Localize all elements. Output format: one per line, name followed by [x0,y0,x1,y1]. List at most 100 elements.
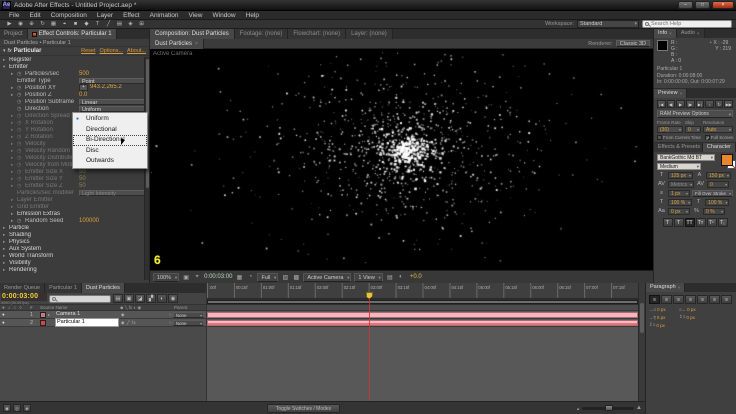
timeline-track-area[interactable]: :00f00:15f01:00f01:15f02:00f02:15f03:00f… [207,283,638,401]
brush-tool-icon[interactable]: ╱ [103,20,114,28]
expand-keys-button[interactable]: ◎ [13,404,21,412]
effect-property-row[interactable]: ▾ Emitter [0,63,149,70]
effect-property-row[interactable]: ▸ ◷ Position XY 943.2,265.2 [0,84,149,91]
play-button[interactable]: ▶ [676,100,685,108]
justify-last-left-button[interactable]: ≡ [685,295,696,304]
transparency-grid-icon[interactable]: ▩ [292,274,300,281]
layer-name[interactable]: Particular 1 [55,318,119,327]
all-caps-button[interactable]: TT [685,218,695,227]
pickwhip-icon[interactable]: ○ [169,312,172,317]
grid-icon[interactable]: ⌖ [193,274,201,281]
stopwatch-icon[interactable]: ◷ [17,92,25,98]
exposure-value[interactable]: +0.0 [410,274,422,280]
stroke-width-field[interactable]: 1 px [668,190,690,197]
effect-property-row[interactable]: ▸ Emission Extras [0,210,149,217]
composition-viewer[interactable]: Active Camera 6 [150,49,653,270]
timeline-layer-row[interactable]: ● 2 Particular 1 ◆ ╱ fx ○ None [0,319,206,327]
stopwatch-icon[interactable]: ◷ [17,120,25,126]
effect-property-row[interactable]: ◷ Position Subframe Linear [0,98,149,105]
vertical-scale-field[interactable]: 100 % [668,199,692,206]
property-value[interactable]: 50 [79,183,149,189]
property-value[interactable]: 50 [79,169,149,175]
parent-select[interactable]: None [173,312,204,318]
menu-item[interactable]: Composition [46,12,92,19]
justify-last-right-button[interactable]: ≡ [709,295,720,304]
skip-select[interactable]: 0 [685,126,701,133]
first-frame-button[interactable]: |◀ [657,100,666,108]
audio-toggle-button[interactable]: ♪ [705,100,714,108]
stopwatch-icon[interactable]: ◷ [17,176,25,182]
minimize-button[interactable]: – [678,1,693,9]
panel-tab[interactable]: Info× [654,29,677,38]
stopwatch-icon[interactable]: ◷ [17,162,25,168]
composition-tab[interactable]: Layer: (none) [346,29,393,39]
property-point-value[interactable]: 943.2,265.2 [79,84,149,91]
resolution-select[interactable]: Full [257,273,278,282]
stopwatch-icon[interactable]: ◷ [17,141,25,147]
timeline-search-box[interactable] [49,295,111,303]
timeline-tab[interactable]: Render Queue [0,283,45,293]
type-tool-icon[interactable]: T [92,20,103,28]
dropdown-menu-item[interactable]: ● Directional [73,125,147,136]
last-frame-button[interactable]: ▶| [696,100,705,108]
parent-select[interactable]: None [173,320,204,326]
pan-behind-tool-icon[interactable]: ⌖ [59,20,70,28]
viewer-tab[interactable]: Dust Particles × [150,39,204,49]
stopwatch-icon[interactable]: ◷ [17,127,25,133]
stopwatch-icon[interactable]: ◷ [17,148,25,154]
motion-blur-button[interactable]: ◐ [157,294,167,303]
faux-bold-button[interactable]: T [663,218,673,227]
baseline-shift-field[interactable]: 0 px [668,208,690,215]
hand-tool-icon[interactable]: ◉ [15,20,26,28]
exposure-icon[interactable]: ◐ [397,274,405,280]
horizontal-scale-field[interactable]: 100 % [705,199,729,206]
property-value[interactable]: 0.0 [79,92,149,98]
close-button[interactable]: × [712,1,734,9]
stopwatch-icon[interactable]: ◷ [17,85,25,91]
loop-button[interactable]: ↻ [715,100,724,108]
timeline-tab[interactable]: Dust Particles [82,283,125,293]
mask-shape-tool-icon[interactable]: ■ [70,20,81,28]
indent-left-field[interactable]: →≡ 0 px [649,307,675,312]
tsume-field[interactable]: 0 % [703,208,725,215]
playhead-line[interactable] [369,297,370,401]
menu-item[interactable]: Window [208,12,241,19]
composition-tab[interactable]: Flowchart: (none) [288,29,346,39]
menu-item[interactable]: Layer [92,12,118,19]
effect-property-row[interactable]: ▸ Register [0,56,149,63]
dropdown-menu-item[interactable]: ● Bi-Directional [73,135,147,146]
leading-field[interactable]: 150 px [706,172,731,179]
composition-tab[interactable]: Footage: (none) [235,29,289,39]
layer-switches[interactable]: ◆ [121,312,167,318]
options-link[interactable]: Options... [99,48,123,54]
stopwatch-icon[interactable]: ◷ [17,134,25,140]
layer-color-chip[interactable] [40,320,46,326]
property-dropdown[interactable]: Point [79,78,149,84]
effect-property-row[interactable]: ▸ ◷ Random Seed 100000 [0,217,149,224]
preview-resolution-select[interactable]: Auto [703,126,733,133]
close-icon[interactable]: × [678,283,681,292]
effect-property-row[interactable]: ▸ ◷ Emitter Size X 50 [0,168,149,175]
from-current-time-checkbox[interactable]: From Current Time [657,135,701,140]
tab-effects-presets[interactable]: Effects & Presets [654,143,703,152]
pen-tool-icon[interactable]: ◆ [81,20,92,28]
fill-color-swatch[interactable] [721,154,733,166]
effect-property-row[interactable]: ▸ ◷ Position Z 0.0 [0,91,149,98]
expand-arrow-icon[interactable]: ▾ [3,48,6,54]
stopwatch-icon[interactable]: ◷ [17,169,25,175]
dropdown-menu-item[interactable]: ● Disc [73,146,147,157]
work-area-bar[interactable] [207,299,638,305]
maximize-button[interactable]: □ [695,1,710,9]
justify-last-center-button[interactable]: ≡ [697,295,708,304]
effect-property-row[interactable]: ▸ Shading [0,231,149,238]
magnification-select[interactable]: 100% [153,273,179,282]
source-name-column[interactable]: Source Name [40,305,118,310]
menu-item[interactable]: Help [241,12,264,19]
faux-italic-button[interactable]: T [674,218,684,227]
align-right-button[interactable]: ≡ [673,295,684,304]
property-dropdown[interactable]: Linear [79,99,149,105]
effect-property-row[interactable]: ▸ Particle [0,224,149,231]
eraser-tool-icon[interactable]: ◈ [125,20,136,28]
graph-editor-button[interactable]: ◉ [168,294,178,303]
justify-all-button[interactable]: ≡ [721,295,732,304]
